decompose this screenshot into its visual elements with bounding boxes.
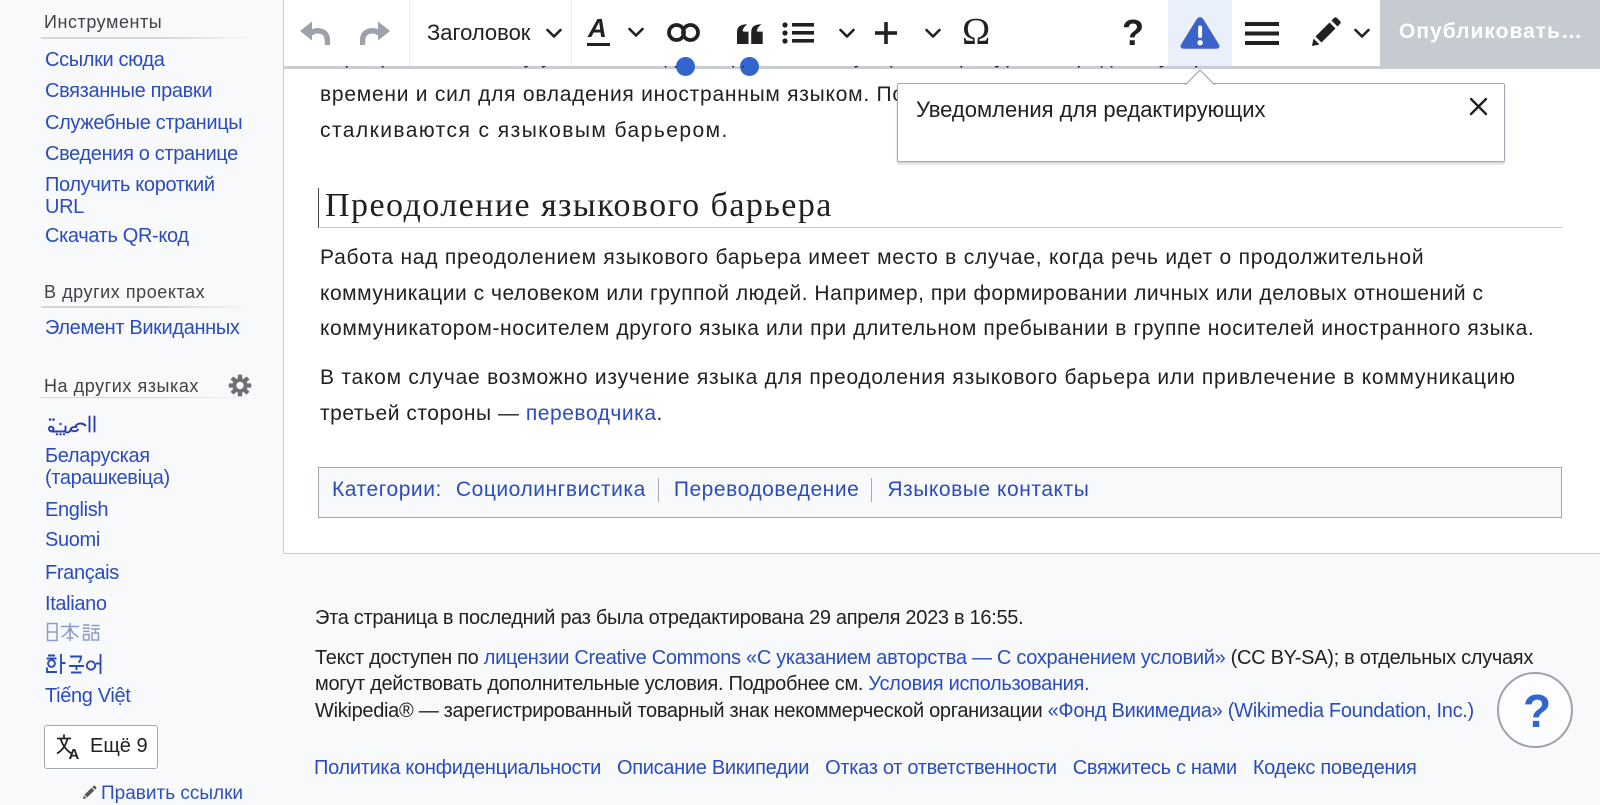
svg-text:A: A <box>69 746 80 760</box>
